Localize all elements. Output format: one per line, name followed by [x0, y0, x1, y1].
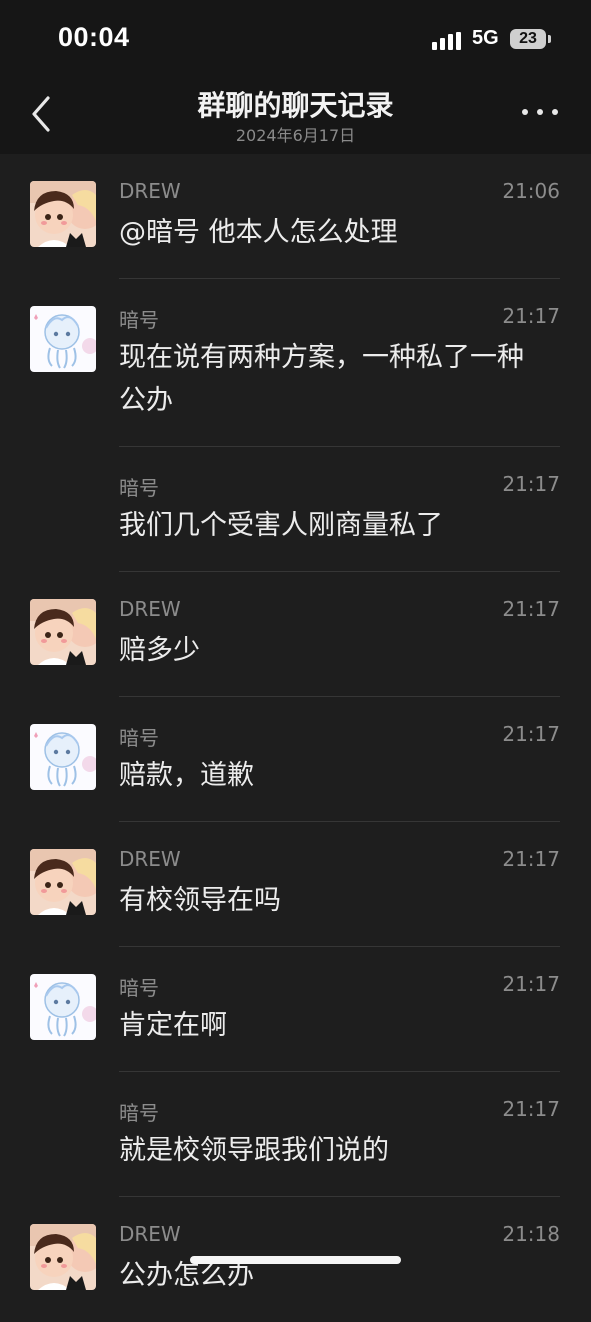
more-dot-icon [522, 109, 528, 115]
message-time: 21:06 [502, 179, 560, 203]
message-time: 21:17 [502, 1097, 560, 1121]
message-text: 我们几个受害人刚商量私了 [119, 510, 443, 541]
home-indicator[interactable] [190, 1256, 401, 1264]
avatar[interactable] [30, 1224, 96, 1290]
message-item[interactable]: DREW 21:17 有校领导在吗 [0, 822, 591, 947]
status-bar: 00:04 5G 23 [0, 0, 591, 80]
avatar[interactable] [30, 974, 96, 1040]
message-item[interactable]: 暗号 21:17 我们几个受害人刚商量私了 [0, 447, 591, 572]
sender-name: 暗号 [119, 1101, 159, 1125]
sender-name: 暗号 [119, 308, 159, 332]
message-item[interactable]: 暗号 21:17 赔款，道歉 [0, 697, 591, 822]
message-text: 有校领导在吗 [119, 885, 281, 916]
message-time: 21:17 [502, 722, 560, 746]
message-item[interactable]: DREW 21:06 @暗号 他本人怎么处理 [0, 154, 591, 279]
sender-name: 暗号 [119, 976, 159, 1000]
message-item[interactable]: DREW 21:17 赔多少 [0, 572, 591, 697]
battery-cap [548, 35, 551, 43]
message-text: @暗号 他本人怎么处理 [119, 217, 398, 248]
more-dot-icon [552, 109, 558, 115]
network-type: 5G [472, 27, 499, 49]
page-subtitle: 2024年6月17日 [235, 126, 356, 145]
avatar[interactable] [30, 181, 96, 247]
more-button[interactable] [520, 106, 560, 118]
message-item[interactable]: 暗号 21:17 就是校领导跟我们说的 [0, 1072, 591, 1197]
message-time: 21:17 [502, 847, 560, 871]
sender-name: DREW [119, 179, 181, 203]
nav-bar: 群聊的聊天记录 2024年6月17日 [0, 80, 591, 154]
message-text: 就是校领导跟我们说的 [119, 1135, 389, 1166]
message-text: 肯定在啊 [119, 1010, 227, 1041]
message-item[interactable]: 暗号 21:17 肯定在啊 [0, 947, 591, 1072]
message-item[interactable]: 暗号 21:17 现在说有两种方案，一种私了一种公办 [0, 279, 591, 447]
message-text: 赔多少 [119, 635, 200, 666]
sender-name: 暗号 [119, 726, 159, 750]
message-text: 赔款，道歉 [119, 760, 254, 791]
message-time: 21:17 [502, 304, 560, 328]
message-time: 21:17 [502, 597, 560, 621]
avatar[interactable] [30, 306, 96, 372]
more-dot-icon [537, 109, 543, 115]
sender-name: DREW [119, 597, 181, 621]
message-text: 现在说有两种方案，一种私了一种公办 [119, 342, 524, 416]
message-time: 21:18 [502, 1222, 560, 1246]
message-time: 21:17 [502, 972, 560, 996]
avatar[interactable] [30, 599, 96, 665]
page-title: 群聊的聊天记录 [197, 89, 394, 122]
status-time: 00:04 [58, 22, 130, 52]
battery-icon: 23 [510, 29, 546, 49]
sender-name: 暗号 [119, 476, 159, 500]
avatar[interactable] [30, 849, 96, 915]
avatar[interactable] [30, 724, 96, 790]
message-time: 21:17 [502, 472, 560, 496]
sender-name: DREW [119, 1222, 181, 1246]
signal-icon [432, 32, 462, 50]
sender-name: DREW [119, 847, 181, 871]
